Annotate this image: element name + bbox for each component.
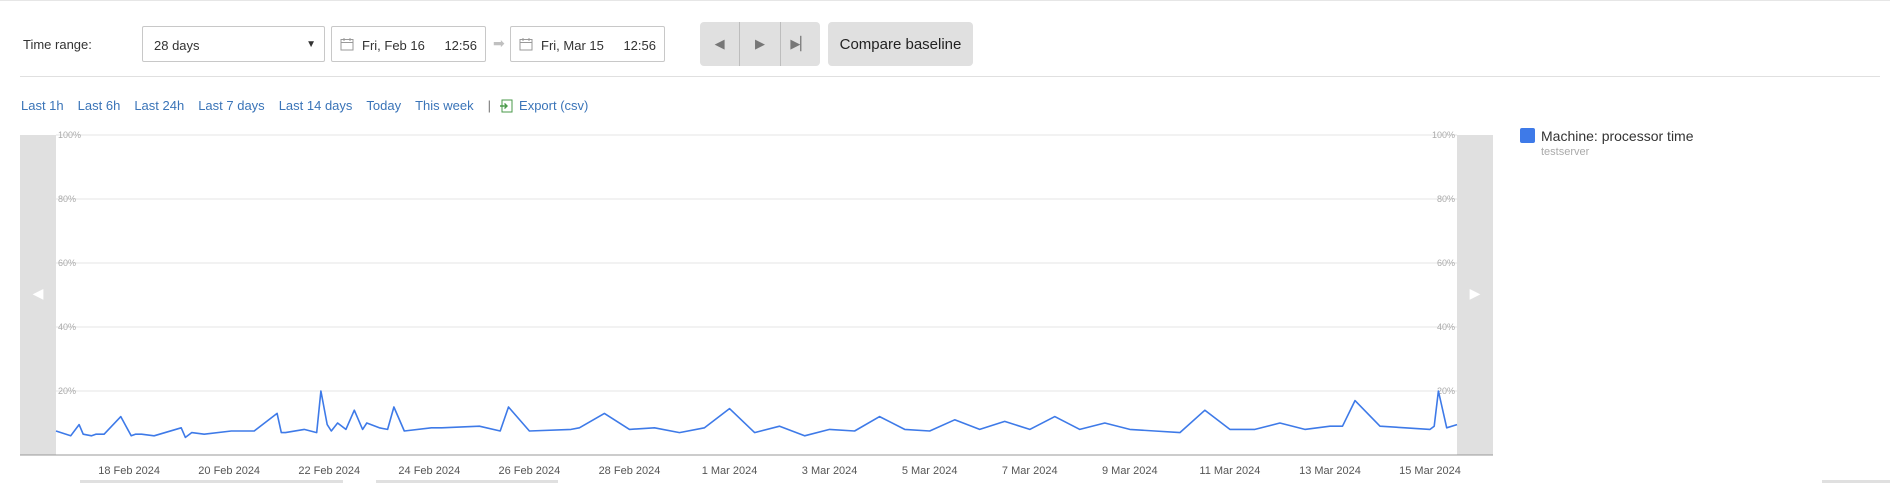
quick-link-last-14-days[interactable]: Last 14 days bbox=[279, 98, 353, 113]
link-separator: | bbox=[487, 98, 492, 113]
jump-to-latest-button[interactable]: ▶▏ bbox=[779, 22, 820, 66]
next-range-button[interactable]: ▶ bbox=[739, 22, 779, 66]
export-csv-link[interactable]: Export (csv) bbox=[519, 98, 588, 113]
end-date-picker[interactable]: Fri, Mar 15 12:56 bbox=[510, 26, 665, 62]
calendar-icon bbox=[340, 37, 354, 54]
legend-swatch[interactable] bbox=[1520, 128, 1535, 143]
quick-link-last-7-days[interactable]: Last 7 days bbox=[198, 98, 265, 113]
start-date: Fri, Feb 16 bbox=[362, 38, 425, 53]
x-axis-labels: 18 Feb 2024 20 Feb 2024 22 Feb 2024 24 Feb … bbox=[98, 465, 1461, 475]
x-tick-label: 22 Feb 2024 bbox=[298, 465, 360, 475]
arrow-right-icon: ➡ bbox=[493, 35, 505, 51]
quick-link-this-week[interactable]: This week bbox=[415, 98, 474, 113]
x-tick-label: 9 Mar 2024 bbox=[1102, 465, 1158, 475]
x-tick-label: 20 Feb 2024 bbox=[198, 465, 260, 475]
skip-end-icon: ▶▏ bbox=[790, 36, 811, 51]
x-tick-label: 5 Mar 2024 bbox=[902, 465, 958, 475]
chevron-down-icon: ▼ bbox=[306, 39, 316, 50]
previous-range-button[interactable]: ◀ bbox=[700, 22, 739, 66]
quick-link-today[interactable]: Today bbox=[366, 98, 401, 113]
export-icon[interactable] bbox=[499, 99, 513, 116]
quick-link-last-24h[interactable]: Last 24h bbox=[134, 98, 184, 113]
time-range-toolbar: Time range: 28 days ▼ Fri, Feb 16 12:56 … bbox=[0, 22, 1890, 66]
pan-left-icon: ◀ bbox=[33, 285, 44, 301]
time-navigation-group: ◀ ▶ ▶▏ bbox=[700, 22, 820, 66]
y-tick-label: 100% bbox=[58, 130, 81, 140]
x-tick-label: 26 Feb 2024 bbox=[499, 465, 561, 475]
start-time: 12:56 bbox=[444, 38, 477, 53]
processor-time-chart: ◀ ▶ 20%40%60%80%100% 20%40%60%80%100% 18… bbox=[20, 130, 1493, 475]
x-tick-label: 11 Mar 2024 bbox=[1199, 465, 1260, 475]
legend-series-name[interactable]: Machine: processor time bbox=[1541, 128, 1694, 144]
x-tick-label: 1 Mar 2024 bbox=[702, 465, 758, 475]
y-tick-label: 40% bbox=[1437, 322, 1455, 332]
toolbar-divider bbox=[20, 76, 1880, 77]
y-tick-label: 20% bbox=[58, 386, 76, 396]
calendar-icon bbox=[519, 37, 533, 54]
y-tick-label: 40% bbox=[58, 322, 76, 332]
y-tick-label: 60% bbox=[58, 258, 76, 268]
quick-link-last-6h[interactable]: Last 6h bbox=[78, 98, 121, 113]
x-tick-label: 24 Feb 2024 bbox=[398, 465, 460, 475]
quick-link-last-1h[interactable]: Last 1h bbox=[21, 98, 64, 113]
triangle-right-icon: ▶ bbox=[754, 36, 765, 51]
y-tick-label: 60% bbox=[1437, 258, 1455, 268]
triangle-left-icon: ◀ bbox=[714, 36, 725, 51]
time-range-select[interactable]: 28 days ▼ bbox=[142, 26, 325, 62]
quick-range-links: Last 1h Last 6h Last 24h Last 7 days Las… bbox=[21, 97, 602, 114]
pan-right-icon: ▶ bbox=[1470, 285, 1481, 301]
end-date: Fri, Mar 15 bbox=[541, 38, 604, 53]
y-tick-label: 100% bbox=[1432, 130, 1455, 140]
y-tick-label: 80% bbox=[1437, 194, 1455, 204]
chart-area bbox=[20, 135, 1493, 455]
compare-baseline-button[interactable]: Compare baseline bbox=[828, 22, 973, 66]
y-tick-label: 80% bbox=[58, 194, 76, 204]
end-time: 12:56 bbox=[623, 38, 656, 53]
x-tick-label: 7 Mar 2024 bbox=[1002, 465, 1058, 475]
x-tick-label: 18 Feb 2024 bbox=[98, 465, 160, 475]
x-tick-label: 3 Mar 2024 bbox=[802, 465, 858, 475]
start-date-picker[interactable]: Fri, Feb 16 12:56 bbox=[331, 26, 486, 62]
time-range-label: Time range: bbox=[23, 37, 92, 52]
x-tick-label: 15 Mar 2024 bbox=[1399, 465, 1461, 475]
time-range-select-value: 28 days bbox=[154, 38, 200, 53]
x-tick-label: 13 Mar 2024 bbox=[1299, 465, 1361, 475]
x-tick-label: 28 Feb 2024 bbox=[599, 465, 661, 475]
legend-series-source: testserver bbox=[1541, 146, 1590, 158]
top-border bbox=[0, 0, 1890, 1]
